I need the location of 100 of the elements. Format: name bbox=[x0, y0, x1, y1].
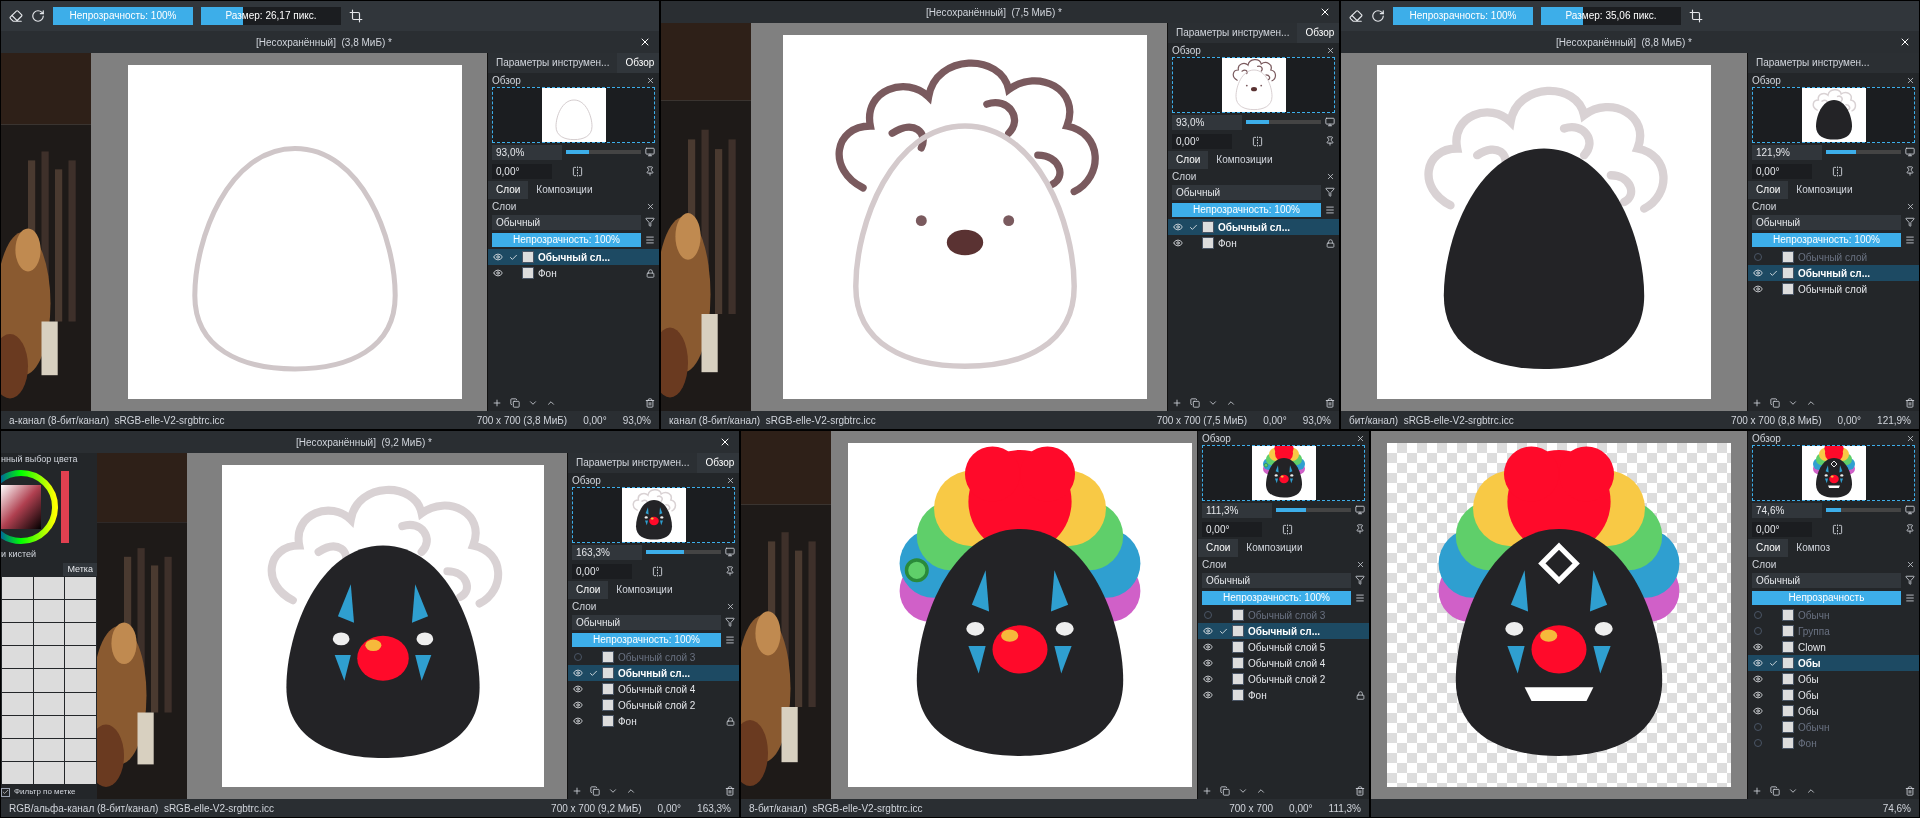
monitor-icon[interactable] bbox=[1355, 505, 1365, 515]
blend-mode-select[interactable]: Обычный bbox=[572, 614, 721, 630]
close-icon[interactable] bbox=[1356, 433, 1365, 443]
layer-row[interactable]: Фон bbox=[1168, 235, 1339, 251]
blend-mode-select[interactable]: Обычный bbox=[1172, 184, 1321, 200]
pin-icon[interactable] bbox=[645, 166, 655, 176]
layer-row[interactable]: Обычный слой 4 bbox=[1198, 655, 1369, 671]
close-icon[interactable] bbox=[726, 475, 735, 485]
move-up-icon[interactable] bbox=[1806, 786, 1816, 796]
duplicate-icon[interactable] bbox=[1770, 786, 1780, 796]
monitor-icon[interactable] bbox=[725, 547, 735, 557]
add-icon[interactable] bbox=[1752, 786, 1762, 796]
zoom-slider[interactable] bbox=[646, 550, 721, 554]
move-up-icon[interactable] bbox=[626, 786, 636, 796]
monitor-icon[interactable] bbox=[1905, 505, 1915, 515]
lock-icon[interactable] bbox=[646, 268, 655, 278]
zoom-slider[interactable] bbox=[1276, 508, 1351, 512]
lock-icon[interactable] bbox=[1326, 238, 1335, 248]
docker-tab[interactable]: Слои bbox=[1168, 151, 1209, 169]
docker-tab[interactable]: Слои bbox=[1748, 181, 1789, 199]
zoom-field[interactable]: 121,9% bbox=[1752, 144, 1822, 160]
eye-icon[interactable] bbox=[1753, 706, 1763, 716]
zoom-field[interactable]: 93,0% bbox=[1172, 114, 1242, 130]
menu-icon[interactable] bbox=[1355, 593, 1365, 603]
eye-icon[interactable] bbox=[1203, 674, 1213, 684]
lock-icon[interactable] bbox=[1356, 690, 1365, 700]
move-down-icon[interactable] bbox=[528, 398, 538, 408]
docker-tab[interactable]: Параметры инструмен... bbox=[1168, 23, 1298, 43]
docker-tab[interactable]: Параметры инструмен... bbox=[488, 53, 618, 73]
eye-icon[interactable] bbox=[573, 700, 583, 710]
eye-icon[interactable] bbox=[1203, 658, 1213, 668]
move-down-icon[interactable] bbox=[1238, 786, 1248, 796]
menu-icon[interactable] bbox=[1325, 205, 1335, 215]
reset-icon[interactable] bbox=[1371, 9, 1385, 23]
close-icon[interactable] bbox=[719, 436, 731, 448]
docker-tab[interactable]: Обзор bbox=[1297, 23, 1339, 43]
delete-icon[interactable] bbox=[1325, 398, 1335, 408]
add-icon[interactable] bbox=[1202, 786, 1212, 796]
close-icon[interactable] bbox=[1326, 171, 1335, 181]
move-down-icon[interactable] bbox=[1208, 398, 1218, 408]
eye-icon[interactable] bbox=[1753, 674, 1763, 684]
monitor-icon[interactable] bbox=[645, 147, 655, 157]
delete-icon[interactable] bbox=[725, 786, 735, 796]
eye-icon[interactable] bbox=[493, 268, 503, 278]
blend-mode-select[interactable]: Обычный bbox=[1752, 572, 1901, 588]
move-up-icon[interactable] bbox=[1806, 398, 1816, 408]
docker-tab[interactable]: Композиции bbox=[1788, 181, 1861, 199]
delete-icon[interactable] bbox=[645, 398, 655, 408]
close-icon[interactable] bbox=[646, 201, 655, 211]
close-icon[interactable] bbox=[1906, 75, 1915, 85]
mirror-icon[interactable] bbox=[1282, 523, 1293, 535]
layer-row[interactable]: Обычный сл... bbox=[568, 665, 739, 681]
menu-icon[interactable] bbox=[1905, 235, 1915, 245]
delete-icon[interactable] bbox=[1905, 398, 1915, 408]
filter-icon[interactable] bbox=[1325, 187, 1335, 197]
move-down-icon[interactable] bbox=[608, 786, 618, 796]
layer-row[interactable]: Фон bbox=[568, 713, 739, 729]
filter-icon[interactable] bbox=[645, 217, 655, 227]
eye-icon[interactable] bbox=[1753, 690, 1763, 700]
docker-tab[interactable]: Параметры инструмен... bbox=[568, 453, 698, 473]
docker-tab[interactable]: Композиции bbox=[608, 581, 681, 599]
docker-tab[interactable]: Слои bbox=[568, 581, 609, 599]
monitor-icon[interactable] bbox=[1905, 147, 1915, 157]
eye-icon[interactable] bbox=[493, 252, 503, 262]
zoom-field[interactable]: 163,3% bbox=[572, 544, 642, 560]
layer-row[interactable]: Обы bbox=[1748, 703, 1919, 719]
duplicate-icon[interactable] bbox=[1190, 398, 1200, 408]
eye-icon[interactable] bbox=[1753, 284, 1763, 294]
lock-icon[interactable] bbox=[726, 716, 735, 726]
zoom-field[interactable]: 93,0% bbox=[492, 144, 562, 160]
delete-icon[interactable] bbox=[1905, 786, 1915, 796]
close-icon[interactable] bbox=[1906, 433, 1915, 443]
layer-row[interactable]: Clown bbox=[1748, 639, 1919, 655]
duplicate-icon[interactable] bbox=[590, 786, 600, 796]
close-icon[interactable] bbox=[639, 36, 651, 48]
eye-icon[interactable] bbox=[1753, 642, 1763, 652]
add-icon[interactable] bbox=[1172, 398, 1182, 408]
filter-icon[interactable] bbox=[1905, 575, 1915, 585]
layer-row[interactable]: Обычный слой 2 bbox=[1198, 671, 1369, 687]
eye-icon[interactable] bbox=[1753, 658, 1763, 668]
layer-row[interactable]: Обычный слой bbox=[1748, 281, 1919, 297]
filter-icon[interactable] bbox=[725, 617, 735, 627]
duplicate-icon[interactable] bbox=[1220, 786, 1230, 796]
monitor-icon[interactable] bbox=[1325, 117, 1335, 127]
zoom-slider[interactable] bbox=[1826, 150, 1901, 154]
mirror-icon[interactable] bbox=[1832, 165, 1843, 177]
menu-icon[interactable] bbox=[1905, 593, 1915, 603]
docker-tab[interactable]: Слои bbox=[1748, 539, 1789, 557]
move-down-icon[interactable] bbox=[1788, 398, 1798, 408]
crop-icon[interactable] bbox=[349, 9, 363, 23]
layer-row[interactable]: Обычный сл... bbox=[488, 249, 659, 265]
rotation-field[interactable]: 0,00° bbox=[1172, 133, 1232, 149]
close-icon[interactable] bbox=[726, 601, 735, 611]
docker-tab[interactable]: Обзор bbox=[617, 53, 659, 73]
add-icon[interactable] bbox=[1752, 398, 1762, 408]
checkbox[interactable] bbox=[1, 787, 10, 797]
move-up-icon[interactable] bbox=[546, 398, 556, 408]
eraser-icon[interactable] bbox=[1349, 9, 1363, 23]
eye-icon[interactable] bbox=[1203, 690, 1213, 700]
eye-icon[interactable] bbox=[1173, 222, 1183, 232]
